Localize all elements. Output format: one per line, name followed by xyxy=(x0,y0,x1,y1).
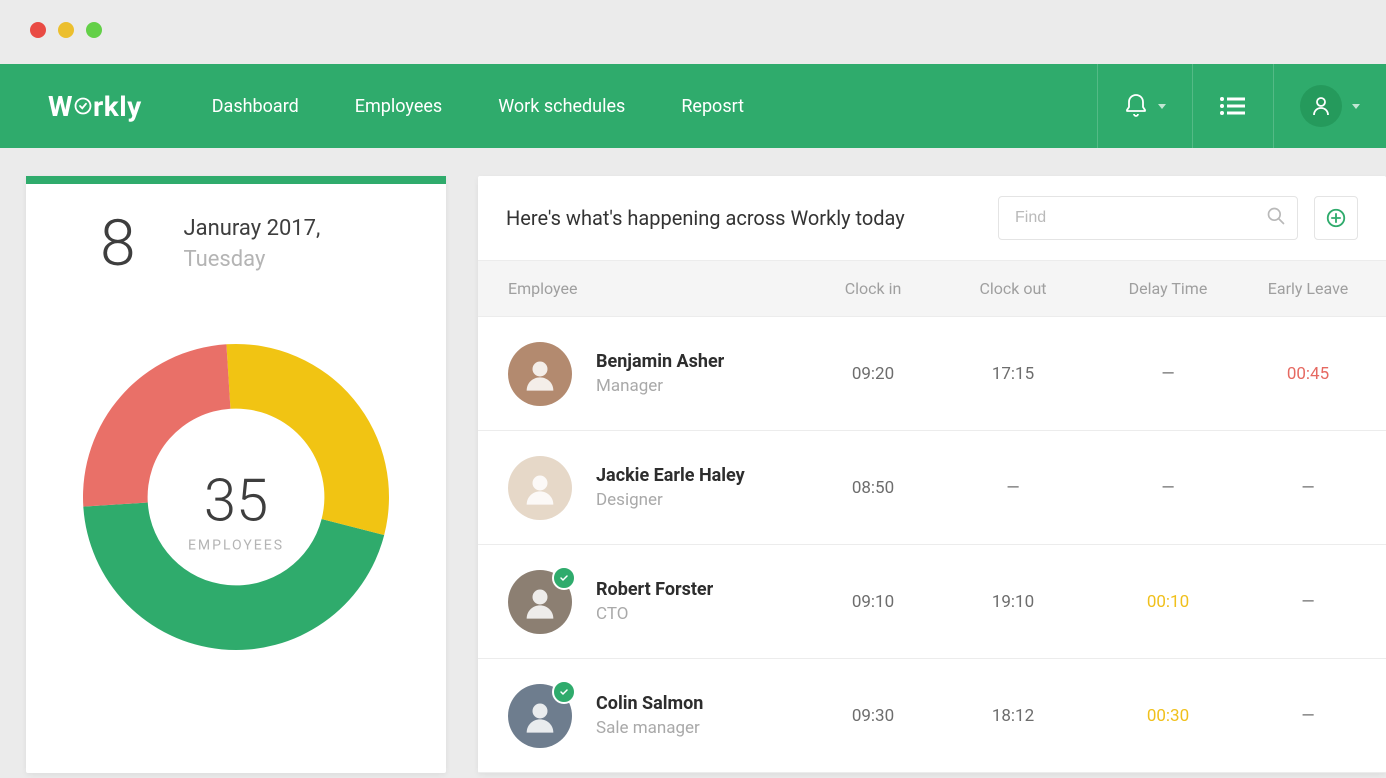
cell-clock_in: 09:20 xyxy=(808,346,938,402)
table-row[interactable]: Jackie Earle HaleyDesigner08:50——— xyxy=(478,431,1386,545)
primary-nav: Dashboard Employees Work schedules Repos… xyxy=(212,96,744,117)
employees-donut-chart: 35 EMPLOYEES xyxy=(26,307,446,707)
user-menu[interactable] xyxy=(1273,64,1386,148)
cell-clock_out: 18:12 xyxy=(938,688,1088,744)
date-weekday: Tuesday xyxy=(184,247,321,272)
user-avatar-icon xyxy=(1300,85,1342,127)
employee-name: Robert Forster xyxy=(596,579,713,600)
list-icon xyxy=(1219,95,1247,117)
cell-delay: 00:10 xyxy=(1088,574,1248,630)
chevron-down-icon xyxy=(1158,104,1166,109)
activity-feed-card: Here's what's happening across Workly to… xyxy=(478,176,1386,773)
employee-role: Designer xyxy=(596,490,745,510)
cell-clock_in: 09:30 xyxy=(808,688,938,744)
cell-early: — xyxy=(1248,460,1386,516)
date-summary-card: 8 Januray 2017, Tuesday 35 EMPLOYEES xyxy=(26,176,446,773)
bell-icon xyxy=(1124,93,1148,119)
col-clock-in: Clock in xyxy=(808,261,938,316)
table-row[interactable]: Colin Salmon Sale manager 09:3018:1200:30— xyxy=(478,659,1386,773)
search-input[interactable] xyxy=(998,196,1298,240)
verified-badge-icon xyxy=(552,566,576,590)
cell-early: — xyxy=(1248,688,1386,744)
employee-avatar xyxy=(508,456,572,520)
card-accent-bar xyxy=(26,176,446,184)
col-clock-out: Clock out xyxy=(938,261,1088,316)
donut-center-label: EMPLOYEES xyxy=(188,537,284,553)
cell-early: — xyxy=(1248,574,1386,630)
nav-work-schedules[interactable]: Work schedules xyxy=(498,96,625,117)
notifications-menu[interactable] xyxy=(1097,64,1192,148)
cell-early: 00:45 xyxy=(1248,346,1386,402)
brand-logo: W rkly xyxy=(0,90,212,123)
table-row[interactable]: Benjamin Asher Manager 09:2017:15—00:45 xyxy=(478,317,1386,431)
employee-name: Colin Salmon xyxy=(596,693,703,714)
cell-delay: 00:30 xyxy=(1088,688,1248,744)
cell-clock_out: 19:10 xyxy=(938,574,1088,630)
employee-name: Jackie Earle Haley xyxy=(596,465,745,486)
brand-text-part1: W xyxy=(48,90,73,123)
employee-role: Sale manager xyxy=(596,718,703,738)
person-icon xyxy=(1312,96,1330,116)
feed-title: Here's what's happening across Workly to… xyxy=(506,206,982,230)
gear-icon xyxy=(74,97,92,115)
verified-badge-icon xyxy=(552,680,576,704)
search-box xyxy=(998,196,1298,240)
table-row[interactable]: Robert Forster CTO 09:1019:1000:10— xyxy=(478,545,1386,659)
cell-delay: — xyxy=(1088,346,1248,402)
employee-avatar xyxy=(508,342,572,406)
add-button[interactable] xyxy=(1314,196,1358,240)
employee-role: CTO xyxy=(596,604,713,624)
list-menu[interactable] xyxy=(1192,64,1273,148)
plus-circle-icon xyxy=(1325,207,1347,229)
col-early-leave: Early Leave xyxy=(1248,261,1386,316)
date-day-number: 8 xyxy=(100,206,136,281)
cell-clock_out: — xyxy=(938,460,1088,516)
cell-clock_in: 09:10 xyxy=(808,574,938,630)
nav-dashboard[interactable]: Dashboard xyxy=(212,96,299,117)
window-traffic-lights xyxy=(0,0,1386,64)
date-month-year: Januray 2017, xyxy=(184,216,321,241)
close-window-icon[interactable] xyxy=(30,22,46,38)
nav-report[interactable]: Reposrt xyxy=(681,96,744,117)
col-employee: Employee xyxy=(478,261,808,316)
chevron-down-icon xyxy=(1352,104,1360,109)
employee-name: Benjamin Asher xyxy=(596,351,724,372)
donut-center-value: 35 xyxy=(188,467,284,535)
header-actions xyxy=(1097,64,1386,148)
maximize-window-icon[interactable] xyxy=(86,22,102,38)
brand-text-part2: rkly xyxy=(93,90,142,123)
col-delay-time: Delay Time xyxy=(1088,261,1248,316)
app-header: W rkly Dashboard Employees Work schedule… xyxy=(0,64,1386,148)
cell-clock_out: 17:15 xyxy=(938,346,1088,402)
minimize-window-icon[interactable] xyxy=(58,22,74,38)
employee-role: Manager xyxy=(596,376,724,396)
table-header: Employee Clock in Clock out Delay Time E… xyxy=(478,260,1386,317)
search-icon xyxy=(1266,206,1286,230)
cell-delay: — xyxy=(1088,460,1248,516)
table-body: Benjamin AsherManager09:2017:15—00:45Jac… xyxy=(478,317,1386,773)
nav-employees[interactable]: Employees xyxy=(355,96,442,117)
cell-clock_in: 08:50 xyxy=(808,460,938,516)
